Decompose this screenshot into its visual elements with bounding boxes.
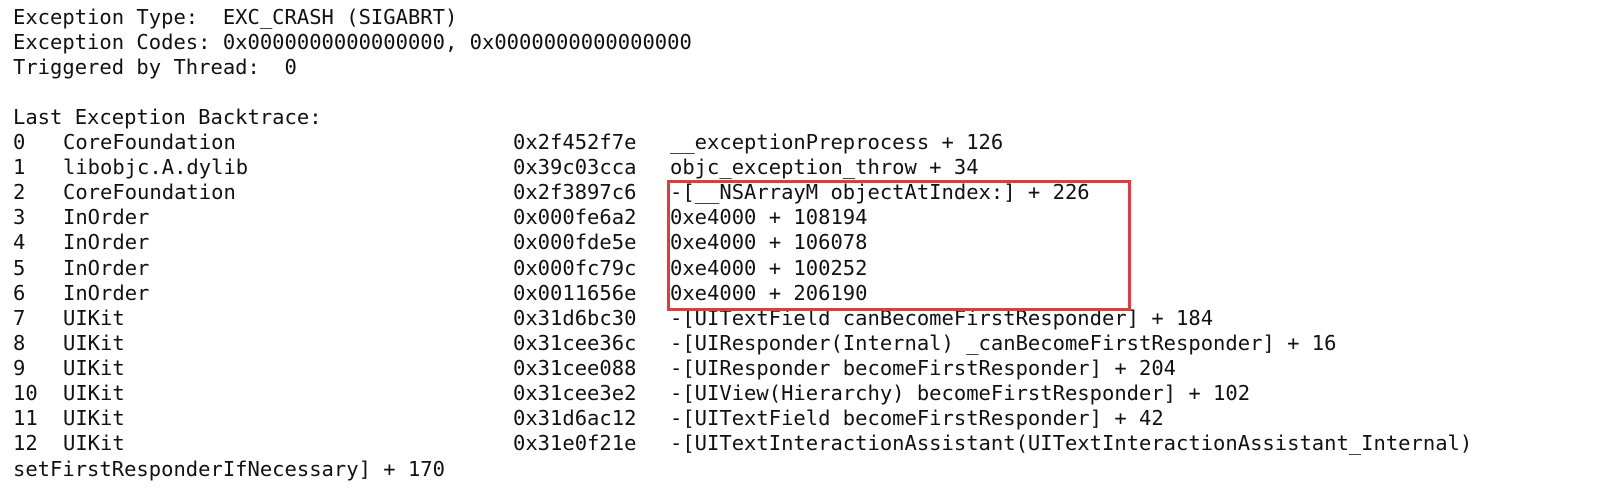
frame-address: 0x000fe6a2: [513, 205, 637, 230]
frame-image: UIKit: [63, 355, 125, 380]
frame-address: 0x2f3897c6: [513, 180, 637, 205]
exception-codes: Exception Codes: 0x0000000000000000, 0x0…: [13, 30, 692, 54]
frame-num: 3: [13, 205, 26, 230]
frame-image: UIKit: [63, 381, 125, 405]
frame-image: InOrder: [63, 205, 150, 230]
frame-num: 4: [13, 230, 26, 255]
frame-address: 0x2f452f7e: [513, 130, 637, 154]
backtrace-frame: 10 UIKit 0x31cee3e2 -[UIView(Hierarchy) bec…: [0, 381, 1602, 406]
frame-num: 0: [13, 130, 26, 154]
frame-image: InOrder: [63, 255, 150, 280]
frame-address: 0x31cee3e2: [513, 381, 637, 405]
frame-num: 11: [13, 406, 38, 431]
backtrace-frame: 11 UIKit 0x31d6ac12 -[UITextField becomeFir…: [0, 406, 1602, 431]
frame-address: 0x39c03cca: [513, 155, 637, 180]
frame-symbol: -[UITextInteractionAssistant(UITextInter…: [670, 431, 1473, 456]
backtrace-frame: 8 UIKit 0x31cee36c -[UIResponder(Internal) …: [0, 331, 1602, 356]
frame-num: 2: [13, 180, 26, 205]
frame-image: InOrder: [63, 230, 150, 255]
frame-num: 5: [13, 255, 26, 280]
backtrace-frame: 0 CoreFoundation 0x2f452f7e __exceptionPrep…: [0, 130, 1602, 155]
frame-address: 0x31d6bc30: [513, 305, 637, 330]
frame-address: 0x31d6ac12: [513, 406, 637, 431]
frame-address: 0x31cee36c: [513, 330, 637, 355]
frame-image: libobjc.A.dylib: [63, 155, 249, 180]
frame-address: 0x31e0f21e: [513, 431, 637, 456]
triggered-by-thread: Triggered by Thread: 0: [13, 55, 297, 79]
backtrace-frame: 12 UIKit 0x31e0f21e -[UITextInteractionAssi…: [0, 431, 1602, 456]
frame-num: 7: [13, 305, 26, 330]
frame-num: 10: [13, 381, 38, 405]
frame-address: 0x000fde5e: [513, 230, 637, 255]
frame-image: InOrder: [63, 280, 150, 305]
frame-symbol: -[UITextField becomeFirstResponder] + 42: [670, 406, 1164, 431]
backtrace-title: Last Exception Backtrace:: [13, 105, 322, 129]
frame-image: CoreFoundation: [63, 130, 236, 154]
frame-symbol: -[UIView(Hierarchy) becomeFirstResponder…: [670, 381, 1251, 405]
highlight-box: [667, 180, 1131, 311]
frame-image: UIKit: [63, 305, 125, 330]
frame-num: 6: [13, 280, 26, 305]
frame-image: UIKit: [63, 431, 125, 456]
frame-address: 0x31cee088: [513, 355, 637, 380]
frame-symbol: objc_exception_throw + 34: [670, 155, 979, 180]
backtrace-frame: 9 UIKit 0x31cee088 -[UIResponder becomeFirs…: [0, 356, 1602, 381]
backtrace-frame: 1 libobjc.A.dylib 0x39c03cca objc_exception…: [0, 155, 1602, 180]
frame-symbol: -[UIResponder becomeFirstResponder] + 20…: [670, 355, 1177, 380]
frame-num: 1: [13, 155, 26, 180]
frame-address: 0x000fc79c: [513, 255, 637, 280]
frame-num: 8: [13, 330, 26, 355]
frame-symbol: -[UIResponder(Internal) _canBecomeFirstR…: [670, 330, 1337, 355]
frame-image: UIKit: [63, 406, 125, 431]
exception-type: Exception Type: EXC_CRASH (SIGABRT): [13, 5, 458, 29]
frame-image: CoreFoundation: [63, 180, 236, 205]
frame-address: 0x0011656e: [513, 280, 637, 305]
backtrace-continuation: setFirstResponderIfNecessary] + 170: [13, 457, 445, 481]
frame-image: UIKit: [63, 330, 125, 355]
frame-symbol: __exceptionPreprocess + 126: [670, 130, 1004, 154]
frame-num: 9: [13, 355, 26, 380]
frame-num: 12: [13, 431, 38, 456]
